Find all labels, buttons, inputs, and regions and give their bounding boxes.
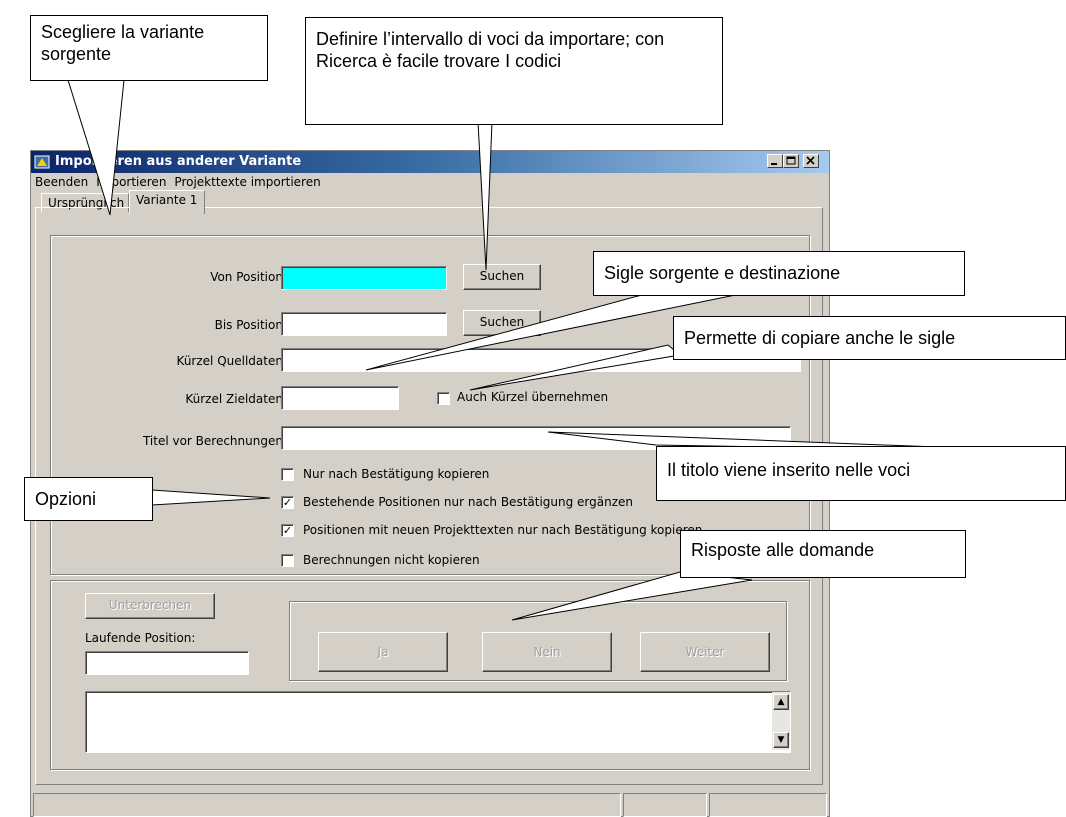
titel-label: Titel vor Berechnungen:: [142, 434, 287, 448]
tab-variante-1[interactable]: Variante 1: [129, 190, 205, 214]
option-1-checkbox[interactable]: [281, 468, 294, 481]
scroll-down-arrow-icon[interactable]: ▼: [773, 732, 789, 748]
auch-kuerzel-checkbox[interactable]: [437, 392, 450, 405]
laufende-position-input: [85, 651, 249, 675]
von-position-input[interactable]: [281, 266, 447, 290]
option-4-label: Berechnungen nicht kopieren: [303, 553, 480, 567]
progress-group: Unterbrechen Laufende Position: Ja Nein …: [50, 580, 810, 770]
option-3-checkbox[interactable]: ✓: [281, 524, 294, 537]
callout-options: Opzioni: [24, 477, 153, 521]
option-3-label: Positionen mit neuen Projekttexten nur n…: [303, 523, 703, 537]
option-1-label: Nur nach Bestätigung kopieren: [303, 467, 490, 481]
ja-button[interactable]: Ja: [318, 632, 448, 672]
menu-importieren[interactable]: Importieren: [92, 173, 170, 191]
maximize-icon: [786, 156, 796, 165]
option-2-checkbox[interactable]: ✓: [281, 496, 294, 509]
option-2-check: ✓: [282, 496, 293, 509]
weiter-button[interactable]: Weiter: [640, 632, 770, 672]
log-scrollbar[interactable]: ▲ ▼: [772, 692, 790, 750]
bis-position-input[interactable]: [281, 312, 447, 336]
suchen-bis-button[interactable]: Suchen: [463, 310, 541, 336]
close-button[interactable]: [803, 154, 819, 168]
maximize-button[interactable]: [783, 154, 799, 168]
scroll-up-arrow-icon[interactable]: ▲: [773, 694, 789, 710]
callout-answers: Risposte alle domande: [680, 530, 966, 578]
callout-range: Definire l’intervallo di voci da importa…: [305, 17, 723, 125]
callout-sigle: Sigle sorgente e destinazione: [593, 251, 965, 296]
kuerzel-zieldaten-input[interactable]: [281, 386, 399, 410]
callout-source-variant: Scegliere la variante sorgente: [30, 15, 268, 81]
status-pane-3: [709, 793, 827, 817]
title-bar[interactable]: Importieren aus anderer Variante: [31, 151, 829, 173]
minimize-button[interactable]: [767, 154, 783, 168]
kuerzel-quelldaten-label: Kürzel Quelldaten:: [176, 354, 287, 368]
option-4-checkbox[interactable]: [281, 554, 294, 567]
answer-group: Ja Nein Weiter: [289, 601, 787, 681]
nein-button[interactable]: Nein: [482, 632, 612, 672]
log-textarea[interactable]: ▲ ▼: [85, 691, 791, 753]
status-pane-1: [33, 793, 621, 817]
close-icon: [806, 156, 815, 165]
von-position-label: Von Position:: [210, 270, 287, 284]
auch-kuerzel-label: Auch Kürzel übernehmen: [457, 390, 609, 404]
window-title: Importieren aus anderer Variante: [55, 154, 302, 169]
bis-position-label: Bis Position:: [214, 318, 287, 332]
option-2-label: Bestehende Positionen nur nach Bestätigu…: [303, 495, 634, 509]
option-3-check: ✓: [282, 524, 293, 537]
laufende-position-label: Laufende Position:: [85, 631, 196, 645]
menu-beenden[interactable]: Beenden: [31, 173, 92, 191]
minimize-icon: [771, 163, 777, 165]
suchen-von-button[interactable]: Suchen: [463, 264, 541, 290]
callout-copy-sigle: Permette di copiare anche le sigle: [673, 316, 1066, 360]
app-icon: [34, 155, 50, 169]
menu-projekttexte-importieren[interactable]: Projekttexte importieren: [170, 173, 324, 191]
callout-title-inserted: Il titolo viene inserito nelle voci: [656, 446, 1066, 501]
status-pane-2: [623, 793, 707, 817]
unterbrechen-button[interactable]: Unterbrechen: [85, 593, 215, 619]
kuerzel-zieldaten-label: Kürzel Zieldaten:: [185, 392, 287, 406]
